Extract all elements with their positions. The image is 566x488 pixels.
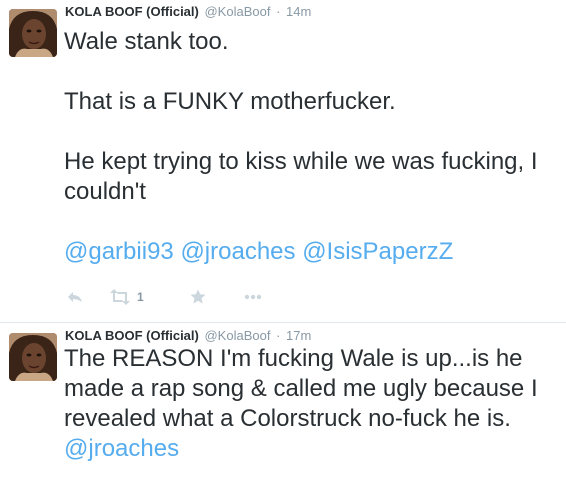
retweet-count: 1: [137, 290, 144, 304]
separator-dot: ·: [276, 4, 281, 19]
tweet-paragraph: That is a FUNKY motherfucker.: [64, 88, 396, 115]
tweet-header: KOLA BOOF (Official) @KolaBoof · 17m: [65, 328, 311, 344]
reply-icon: [66, 289, 84, 305]
star-icon: [190, 289, 206, 305]
avatar[interactable]: [9, 9, 57, 57]
tweet-header: KOLA BOOF (Official) @KolaBoof · 14m: [65, 4, 311, 20]
tweet-timestamp[interactable]: 17m: [286, 328, 311, 343]
tweet-actions: 1: [64, 287, 544, 307]
mention-link[interactable]: @jroaches: [180, 238, 295, 265]
author-name[interactable]: KOLA BOOF (Official): [65, 328, 199, 343]
tweet-text: Wale stank too. That is a FUNKY motherfu…: [64, 27, 559, 267]
more-button[interactable]: [244, 287, 262, 307]
mention-link[interactable]: @jroaches: [64, 435, 179, 462]
retweet-icon: [109, 289, 131, 305]
tweet-paragraph: He kept trying to kiss while we was fuck…: [64, 148, 538, 205]
author-name[interactable]: KOLA BOOF (Official): [65, 4, 199, 19]
author-username[interactable]: @KolaBoof: [204, 328, 270, 343]
tweet-text: The REASON I'm fucking Wale is up...is h…: [64, 344, 559, 464]
mention-link[interactable]: @IsisPaperzZ: [302, 238, 453, 265]
tweet[interactable]: KOLA BOOF (Official) @KolaBoof · 14m Wal…: [0, 0, 566, 323]
separator-dot: ·: [276, 328, 281, 343]
author-username[interactable]: @KolaBoof: [204, 4, 270, 19]
tweet-body: The REASON I'm fucking Wale is up...is h…: [64, 345, 538, 432]
tweet-timestamp[interactable]: 14m: [286, 4, 311, 19]
tweet[interactable]: KOLA BOOF (Official) @KolaBoof · 17m The…: [0, 323, 566, 488]
retweet-button[interactable]: 1: [109, 287, 144, 307]
tweet-paragraph: Wale stank too.: [64, 28, 229, 55]
reply-button[interactable]: [66, 287, 84, 307]
mentions-line: @garbii93 @jroaches @IsisPaperzZ: [64, 237, 559, 267]
mention-link[interactable]: @garbii93: [64, 238, 174, 265]
timeline: KOLA BOOF (Official) @KolaBoof · 14m Wal…: [0, 0, 566, 488]
favorite-button[interactable]: [190, 287, 206, 307]
tweet-paragraph: The REASON I'm fucking Wale is up...is h…: [64, 344, 559, 464]
more-dots-icon: [244, 294, 262, 300]
avatar[interactable]: [9, 333, 57, 381]
